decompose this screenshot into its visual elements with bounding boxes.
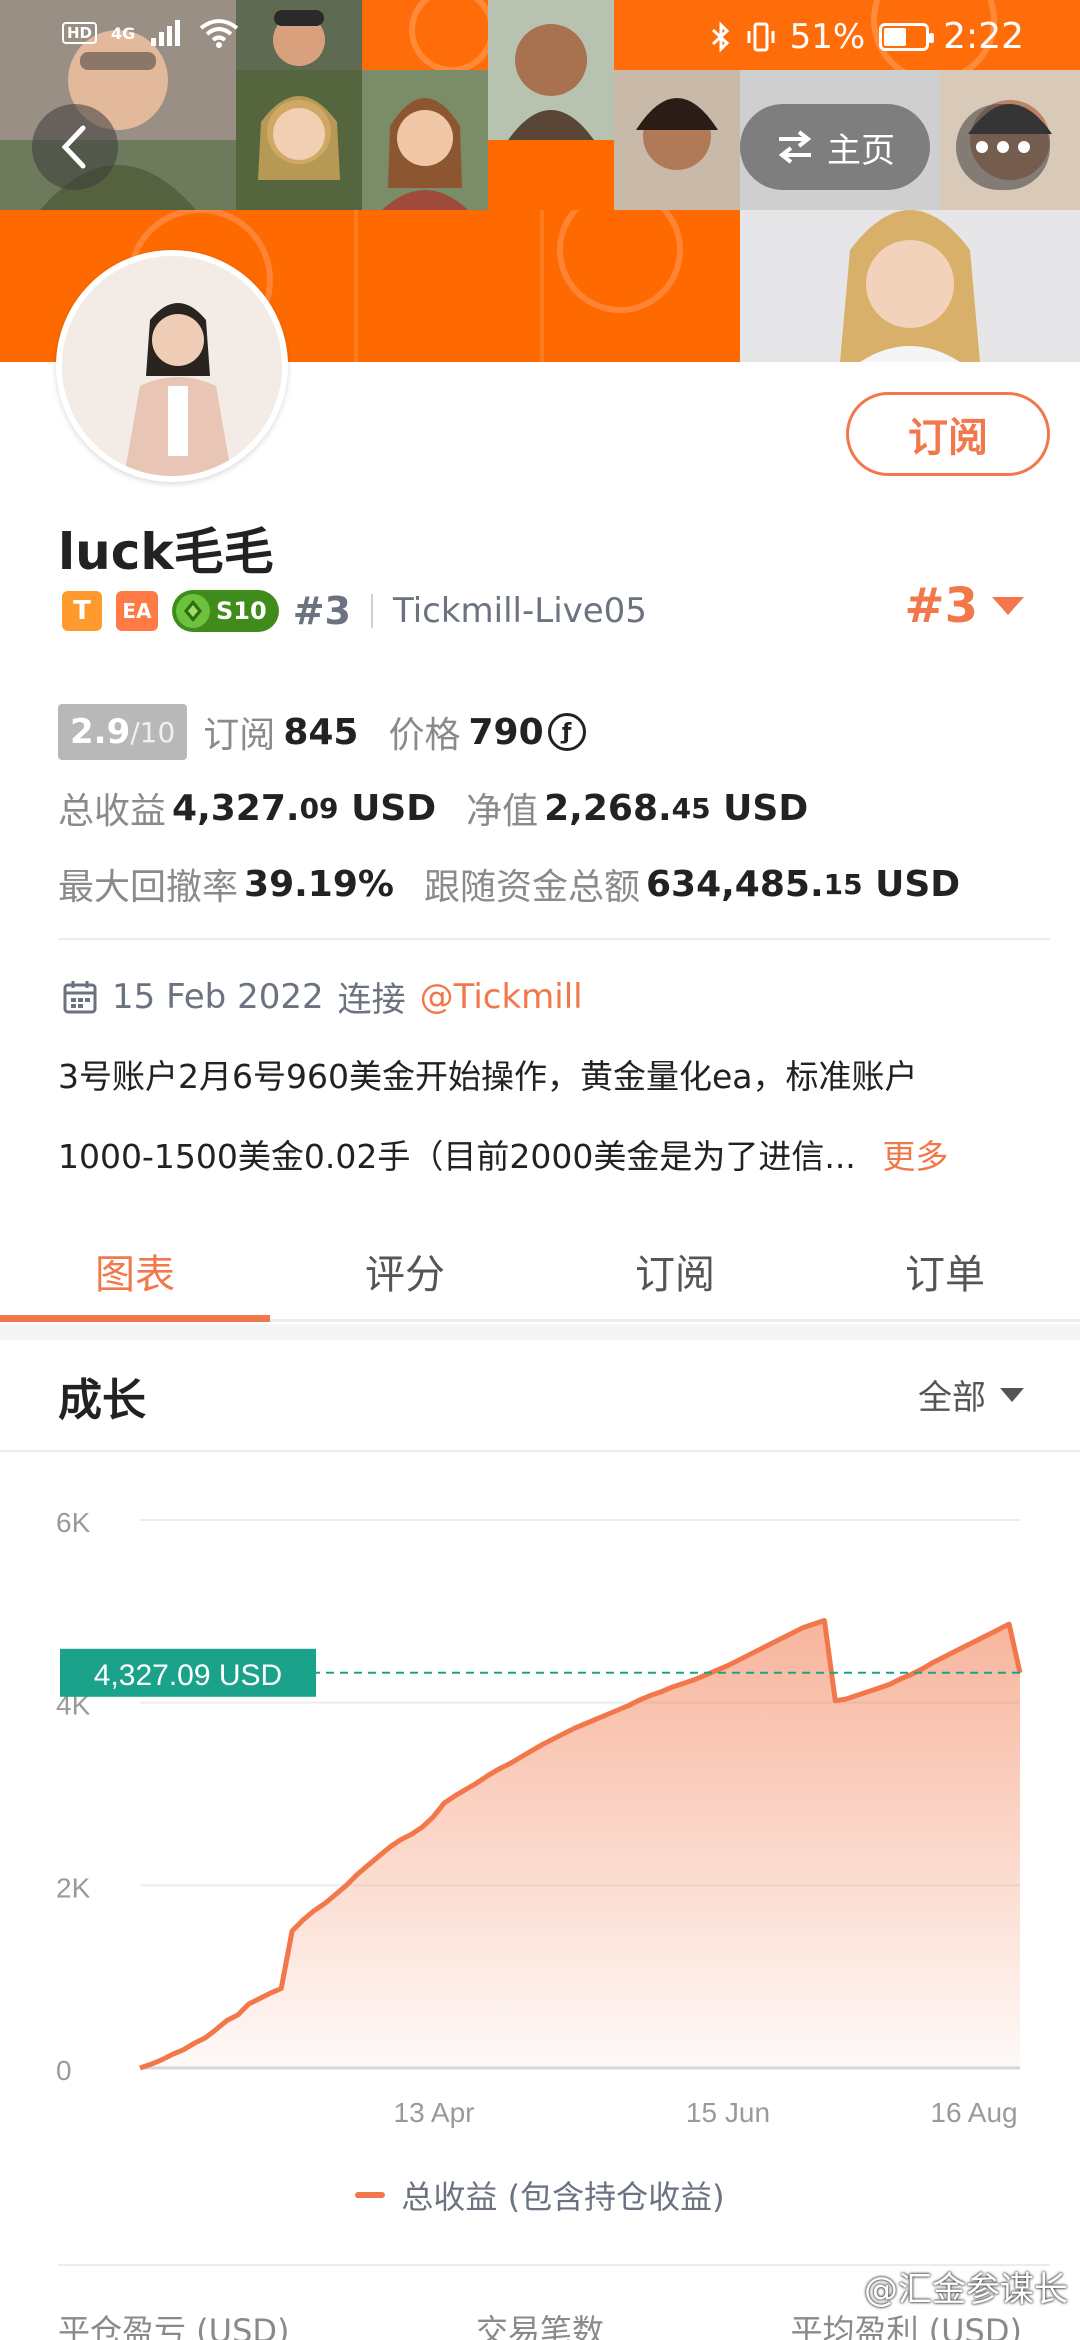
ea-badge: EA xyxy=(116,591,158,631)
wifi-icon xyxy=(200,19,239,48)
banner-photo-6 xyxy=(614,70,740,210)
clock: 2:22 xyxy=(943,16,1024,57)
banner-photo-4 xyxy=(236,70,362,210)
drawdown-label: 最大回撤率 xyxy=(58,867,239,908)
growth-title: 成长 xyxy=(58,1375,146,1426)
vibrate-icon xyxy=(747,22,775,51)
broker-account[interactable]: Tickmill-Live05 xyxy=(393,591,647,631)
y-tick-label: 6K xyxy=(56,1507,91,1538)
description-line-2: 1000-1500美金0.02手（目前2000美金是为了进信... 更多 xyxy=(58,1137,949,1176)
legend-swatch xyxy=(355,2192,386,2198)
follow-dec: 15 xyxy=(823,867,863,901)
drawdown-value: 39.19% xyxy=(244,863,394,905)
price-label: 价格 xyxy=(388,715,461,756)
avg-profit-label: 平均盈利 (USD) xyxy=(790,2312,1022,2340)
more-dots-icon xyxy=(976,141,988,153)
season-badge: S10 xyxy=(172,590,279,632)
equity-label: 净值 xyxy=(466,791,539,832)
calendar-icon xyxy=(63,980,97,1013)
rank-dropdown[interactable]: #3 xyxy=(904,578,1024,634)
signal-icon xyxy=(151,20,181,46)
x-tick-label: 15 Jun xyxy=(686,2097,770,2128)
total-profit-dec: 09 xyxy=(299,791,339,825)
subscribe-count-label: 订阅 xyxy=(203,715,276,756)
home-button[interactable]: 主页 xyxy=(740,104,930,190)
summary-labels: 平仓盈亏 (USD) 交易笔数 平均盈利 (USD) xyxy=(0,2306,1080,2340)
tab-orders[interactable]: 订单 xyxy=(810,1222,1080,1319)
section-spacer xyxy=(0,1324,1080,1340)
equity-unit: USD xyxy=(710,787,809,829)
follow-label: 跟随资金总额 xyxy=(423,867,640,908)
joined-row: 15 Feb 2022 连接 @Tickmill xyxy=(62,972,583,1021)
watermark: @汇金参谋长 xyxy=(864,2270,1068,2310)
tab-chart[interactable]: 图表 xyxy=(0,1222,270,1322)
bluetooth-icon xyxy=(711,20,729,53)
divider xyxy=(370,594,373,628)
triangle-down-icon xyxy=(1000,1387,1024,1402)
more-link[interactable]: 更多 xyxy=(882,1137,948,1176)
tab-bar: 图表 评分 订阅 订单 xyxy=(0,1222,1080,1322)
stats-row-1: 2.9/10 订阅 845 价格 790 ƒ xyxy=(58,704,1038,760)
coin-icon: ƒ xyxy=(547,713,586,751)
rank-small: #3 xyxy=(292,589,351,633)
season-label: S10 xyxy=(216,597,267,625)
more-button[interactable] xyxy=(956,104,1050,190)
avatar[interactable] xyxy=(56,250,288,482)
x-tick-label: 16 Aug xyxy=(930,2097,1017,2128)
hd-badge: HD xyxy=(62,22,98,44)
badge-row: T EA S10 #3 Tickmill-Live05 xyxy=(62,586,647,636)
follow-int: 634,485. xyxy=(645,863,824,905)
battery-percent: 51% xyxy=(789,16,866,57)
legend-label: 总收益 (包含持仓收益) xyxy=(401,2178,725,2216)
total-profit-int: 4,327. xyxy=(172,787,300,829)
connect-label: 连接 xyxy=(337,980,406,1020)
tab-subscriptions[interactable]: 订阅 xyxy=(540,1222,810,1319)
range-filter-dropdown[interactable]: 全部 xyxy=(918,1370,1024,1419)
banner-photo-8 xyxy=(740,210,1080,362)
current-value-label: 4,327.09 USD xyxy=(94,1659,282,1692)
total-profit-label: 总收益 xyxy=(58,791,167,832)
y-tick-label: 0 xyxy=(56,2055,72,2086)
swap-icon xyxy=(778,130,812,164)
follow-unit: USD xyxy=(862,863,961,905)
joined-date: 15 Feb 2022 xyxy=(112,976,324,1017)
y-tick-label: 2K xyxy=(56,1872,91,1903)
t-badge: T xyxy=(62,591,102,631)
growth-chart[interactable]: 0 2K 4K 6K 13 Apr 15 Jun 16 Aug 4,327.09 USD xyxy=(0,1460,1080,2160)
equity-int: 2,268. xyxy=(544,787,672,829)
trade-count-label: 交易笔数 xyxy=(475,2312,604,2340)
chevron-left-icon xyxy=(61,125,86,169)
back-button[interactable] xyxy=(32,104,118,190)
subscribe-count: 845 xyxy=(283,711,359,753)
price-value: 790 xyxy=(468,711,544,753)
status-bar: HD 4G 51% 2:22 xyxy=(0,0,1080,74)
battery-icon xyxy=(879,22,935,51)
chart-legend: 总收益 (包含持仓收益) xyxy=(0,2172,1080,2218)
divider xyxy=(0,1450,1080,1452)
tab-rating[interactable]: 评分 xyxy=(270,1222,540,1319)
equity-dec: 45 xyxy=(671,791,711,825)
triangle-down-icon xyxy=(992,597,1024,615)
divider xyxy=(58,938,1050,940)
closed-pnl-label: 平仓盈亏 (USD) xyxy=(58,2312,290,2340)
range-filter-label: 全部 xyxy=(918,1378,986,1418)
x-tick-label: 13 Apr xyxy=(394,2097,475,2128)
home-label: 主页 xyxy=(827,130,895,171)
total-profit-unit: USD xyxy=(338,787,437,829)
subscribe-button[interactable]: 订阅 xyxy=(846,392,1050,476)
broker-mention-link[interactable]: @Tickmill xyxy=(420,977,583,1017)
rank-big-value: #3 xyxy=(904,578,978,634)
trader-name: luck毛毛 xyxy=(58,523,274,581)
stats-row-3: 最大回撤率 39.19% 跟随资金总额 634,485. 15 USD xyxy=(58,856,1038,912)
network-badge: 4G xyxy=(111,23,136,43)
score-badge: 2.9/10 xyxy=(58,704,188,760)
description-line-1: 3号账户2月6号960美金开始操作，黄金量化ea，标准账户 xyxy=(58,1057,918,1096)
banner-photo-5 xyxy=(362,70,488,210)
stats-row-2: 总收益 4,327. 09 USD 净值 2,268. 45 USD xyxy=(58,780,1038,836)
gem-icon xyxy=(176,594,210,628)
